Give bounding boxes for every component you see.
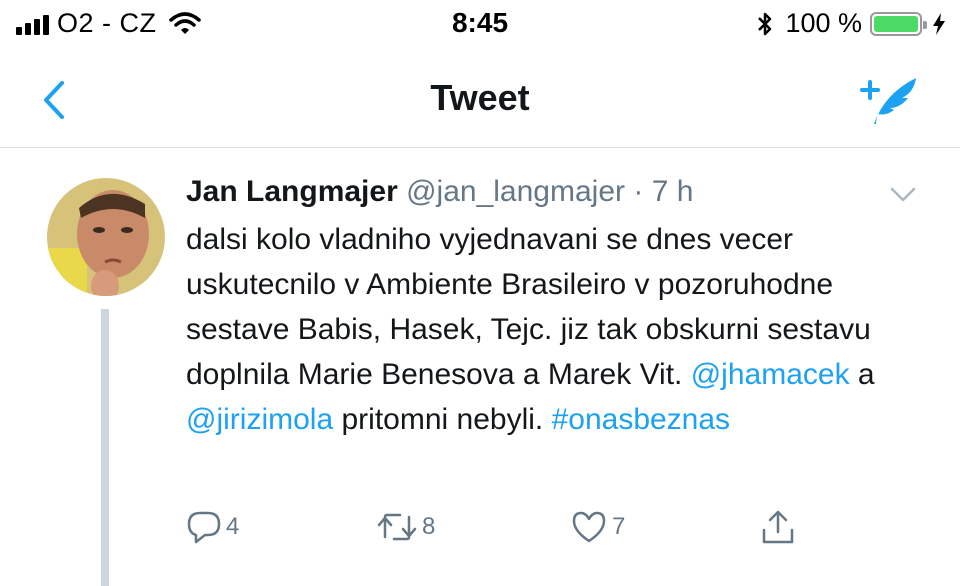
tweet-text: dalsi kolo vladniho vyjednavani se dnes … (186, 217, 906, 442)
hashtag-link[interactable]: #onasbeznas (552, 403, 730, 436)
mention-link[interactable]: @jhamacek (691, 358, 850, 391)
chevron-down-icon[interactable] (888, 185, 918, 205)
tweet-text-segment: a (849, 358, 875, 391)
reply-button[interactable]: 4 (186, 507, 239, 547)
retweet-count: 8 (422, 513, 436, 540)
separator-dot: · (633, 175, 644, 208)
battery-percentage: 100 % (785, 8, 862, 38)
reply-count: 4 (226, 513, 240, 540)
avatar-photo (47, 178, 165, 296)
retweet-button[interactable]: 8 (376, 507, 435, 547)
avatar[interactable] (47, 178, 165, 296)
reply-icon (187, 511, 221, 544)
battery-fill (874, 15, 918, 32)
author-handle[interactable]: @jan_langmajer (406, 175, 625, 208)
battery-icon (870, 11, 927, 36)
tweet-time: 7 h (651, 175, 694, 208)
bluetooth-icon (758, 12, 772, 35)
heart-icon (572, 511, 606, 543)
thread-connector-line (101, 309, 109, 586)
share-icon (762, 510, 794, 544)
status-bar: O2 - CZ 8:45 100 % (0, 0, 960, 50)
share-button[interactable] (760, 507, 796, 547)
like-count: 7 (612, 513, 626, 540)
page-title: Tweet (430, 77, 530, 118)
retweet-icon (377, 513, 417, 541)
navigation-bar: Tweet (0, 50, 960, 148)
tweet-header: Jan Langmajer @jan_langmajer · 7 h (186, 175, 693, 209)
tweet-text-segment: pritomni nebyli. (333, 403, 552, 436)
tweet[interactable]: Jan Langmajer @jan_langmajer · 7 h dalsi… (0, 149, 960, 586)
mention-link[interactable]: @jirizimola (186, 403, 333, 436)
like-button[interactable]: 7 (570, 507, 625, 547)
compose-tweet-icon[interactable] (854, 74, 920, 126)
author-name[interactable]: Jan Langmajer (186, 175, 398, 208)
status-bar-right: 100 % (757, 8, 946, 39)
charging-bolt-icon (933, 12, 945, 35)
tweet-actions: 4 8 7 (186, 507, 806, 547)
